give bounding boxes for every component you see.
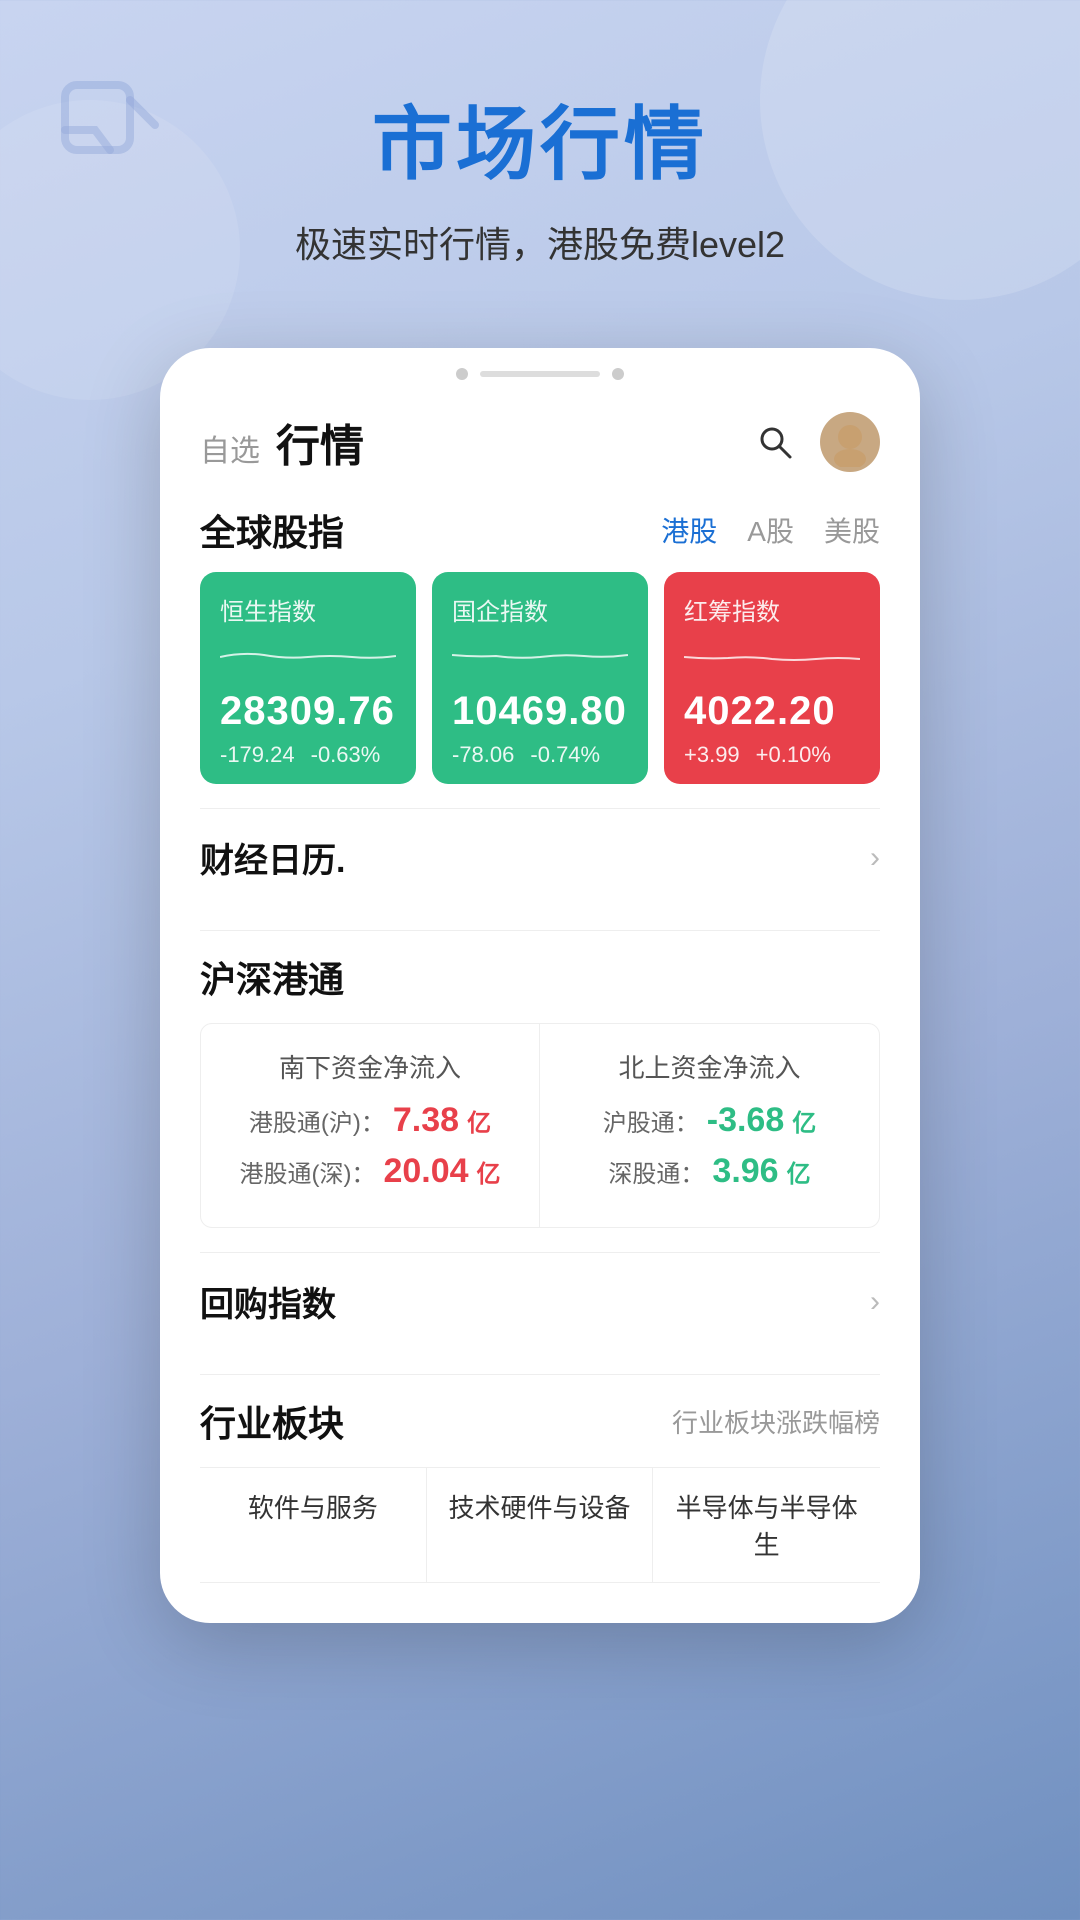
card-hengsheng-value: 28309.76 (220, 689, 396, 734)
hudong-right-title: 北上资金净流入 (560, 1048, 859, 1085)
phone-mockup: 自选 行情 全球股指 港股 A股 (160, 348, 920, 1623)
finance-calendar[interactable]: 财经日历. › (160, 809, 920, 906)
card-guoqi-chart (452, 637, 628, 677)
buyback-title: 回购指数 (200, 1277, 336, 1326)
tab-hangqing[interactable]: 行情 (276, 410, 364, 474)
hudong-title: 沪深港通 (200, 951, 880, 1003)
search-button[interactable] (750, 417, 800, 467)
hudong-shen-unit: 亿 (787, 1154, 811, 1189)
header-actions (750, 412, 880, 472)
header-tabs: 自选 行情 (200, 410, 730, 474)
hudong-left-title: 南下资金净流入 (221, 1048, 519, 1085)
card-hongchou-changes: +3.99 +0.10% (684, 742, 860, 768)
hudong-hu-label: 沪股通： (603, 1103, 699, 1138)
hudong-hu-value: -3.68 (707, 1101, 785, 1140)
hudong-section: 沪深港通 南下资金净流入 港股通(沪)： 7.38 亿 港股通(深)： 20.0… (160, 931, 920, 1228)
hudong-left: 南下资金净流入 港股通(沪)： 7.38 亿 港股通(深)： 20.04 亿 (201, 1024, 540, 1227)
industry-section: 行业板块 行业板块涨跌幅榜 软件与服务 技术硬件与设备 半导体与半导体生 (160, 1375, 920, 1583)
app-logo (60, 80, 160, 180)
card-hongchou[interactable]: 红筹指数 4022.20 +3.99 +0.10% (664, 572, 880, 784)
hudong-hu-unit: 亿 (792, 1103, 816, 1138)
dot-1 (456, 368, 468, 380)
buyback-section[interactable]: 回购指数 › (160, 1253, 920, 1350)
industry-item-1[interactable]: 技术硬件与设备 (427, 1468, 654, 1583)
header-area: 市场行情 极速实时行情，港股免费level2 (0, 0, 1080, 308)
card-hongchou-pct: +0.10% (756, 742, 831, 768)
industry-name-0: 软件与服务 (248, 1493, 378, 1523)
hudong-hgu-shen-row: 港股通(深)： 20.04 亿 (221, 1152, 519, 1191)
hudong-grid: 南下资金净流入 港股通(沪)： 7.38 亿 港股通(深)： 20.04 亿 北… (200, 1023, 880, 1228)
global-index-title: 全球股指 (200, 504, 344, 556)
hudong-hgu-shen-value: 20.04 (383, 1152, 468, 1191)
industry-name-2: 半导体与半导体生 (676, 1493, 858, 1560)
card-hengsheng-changes: -179.24 -0.63% (220, 742, 396, 768)
avatar[interactable] (820, 412, 880, 472)
dot-line (480, 371, 600, 377)
card-hengsheng-name: 恒生指数 (220, 592, 396, 627)
market-tabs: 港股 A股 美股 (661, 510, 880, 550)
index-cards: 恒生指数 28309.76 -179.24 -0.63% 国企指数 (200, 572, 880, 784)
hudong-hgu-hu-unit: 亿 (467, 1103, 491, 1138)
industry-grid: 软件与服务 技术硬件与设备 半导体与半导体生 (200, 1467, 880, 1583)
industry-subtitle: 行业板块涨跌幅榜 (672, 1403, 880, 1440)
hudong-hgu-shen-label: 港股通(深)： (239, 1154, 375, 1189)
card-guoqi-changes: -78.06 -0.74% (452, 742, 628, 768)
industry-item-2[interactable]: 半导体与半导体生 (653, 1468, 880, 1583)
hudong-hgu-shen-unit: 亿 (477, 1154, 501, 1189)
hudong-hu-row: 沪股通： -3.68 亿 (560, 1101, 859, 1140)
card-guoqi-change: -78.06 (452, 742, 514, 768)
card-hongchou-name: 红筹指数 (684, 592, 860, 627)
card-hongchou-value: 4022.20 (684, 689, 860, 734)
hudong-hgu-hu-label: 港股通(沪)： (249, 1103, 385, 1138)
industry-item-0[interactable]: 软件与服务 (200, 1468, 427, 1583)
industry-header: 行业板块 行业板块涨跌幅榜 (200, 1395, 880, 1447)
finance-calendar-chevron: › (870, 841, 880, 875)
tab-hk[interactable]: 港股 (661, 510, 717, 550)
card-guoqi[interactable]: 国企指数 10469.80 -78.06 -0.74% (432, 572, 648, 784)
card-hengsheng-pct: -0.63% (311, 742, 381, 768)
card-hengsheng-chart (220, 637, 396, 677)
card-hengsheng-change: -179.24 (220, 742, 295, 768)
card-hongchou-chart (684, 637, 860, 677)
hudong-right: 北上资金净流入 沪股通： -3.68 亿 深股通： 3.96 亿 (540, 1024, 879, 1227)
global-index-header: 全球股指 港股 A股 美股 (200, 504, 880, 556)
card-guoqi-value: 10469.80 (452, 689, 628, 734)
hudong-shen-row: 深股通： 3.96 亿 (560, 1152, 859, 1191)
dots-indicator (160, 348, 920, 390)
app-header: 自选 行情 (160, 390, 920, 484)
hudong-hgu-hu-row: 港股通(沪)： 7.38 亿 (221, 1101, 519, 1140)
card-guoqi-pct: -0.74% (530, 742, 600, 768)
page-title: 市场行情 (60, 80, 1020, 196)
tab-us[interactable]: 美股 (824, 510, 880, 550)
hudong-shen-value: 3.96 (712, 1152, 778, 1191)
tab-a[interactable]: A股 (747, 510, 794, 550)
card-hongchou-change: +3.99 (684, 742, 740, 768)
page-subtitle: 极速实时行情，港股免费level2 (60, 216, 1020, 268)
industry-title: 行业板块 (200, 1395, 344, 1447)
hudong-shen-label: 深股通： (608, 1154, 704, 1189)
card-guoqi-name: 国企指数 (452, 592, 628, 627)
hudong-hgu-hu-value: 7.38 (393, 1101, 459, 1140)
finance-calendar-title: 财经日历. (200, 833, 345, 882)
buyback-chevron: › (870, 1285, 880, 1319)
global-index-section: 全球股指 港股 A股 美股 恒生指数 28309.76 -179.24 -0.6 (160, 484, 920, 784)
industry-name-1: 技术硬件与设备 (448, 1493, 630, 1523)
card-hengsheng[interactable]: 恒生指数 28309.76 -179.24 -0.63% (200, 572, 416, 784)
tab-zixuan[interactable]: 自选 (200, 426, 260, 470)
dot-2 (612, 368, 624, 380)
